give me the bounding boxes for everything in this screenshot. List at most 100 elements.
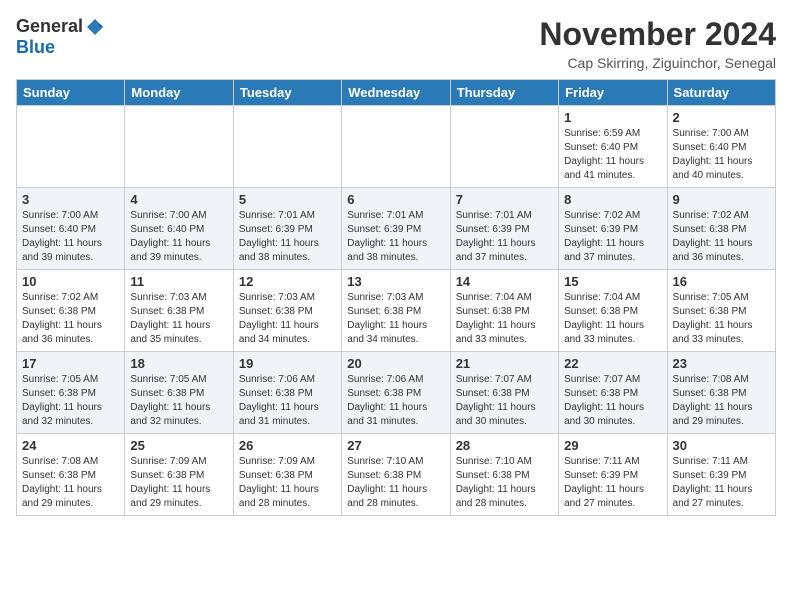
day-info: Sunrise: 7:00 AMSunset: 6:40 PMDaylight:… bbox=[673, 127, 770, 183]
day-cell: 9 Sunrise: 7:02 AMSunset: 6:38 PMDaylight… bbox=[667, 188, 775, 270]
logo-general: General bbox=[16, 16, 83, 37]
day-number: 6 bbox=[347, 192, 444, 207]
day-cell: 23Sunrise: 7:08 AMSunset: 6:38 PMDayligh… bbox=[667, 352, 775, 434]
day-cell: 25 Sunrise: 7:09 AMSunset: 6:38 PMDayligh… bbox=[125, 434, 233, 516]
day-header-monday: Monday bbox=[125, 80, 233, 106]
week-row: 3 Sunrise: 7:00 AMSunset: 6:40 PMDaylight… bbox=[17, 188, 776, 270]
day-cell: 26 Sunrise: 7:09 AMSunset: 6:38 PMDayligh… bbox=[233, 434, 341, 516]
day-cell: 1 Sunrise: 6:59 AMSunset: 6:40 PMDaylight… bbox=[559, 106, 667, 188]
day-number: 30 bbox=[673, 438, 770, 453]
day-info: Sunrise: 7:11 AMSunset: 6:39 PMDaylight:… bbox=[673, 455, 770, 511]
day-cell: 8 Sunrise: 7:02 AMSunset: 6:39 PMDaylight… bbox=[559, 188, 667, 270]
day-cell: 27 Sunrise: 7:10 AMSunset: 6:38 PMDayligh… bbox=[342, 434, 450, 516]
day-cell: 24 Sunrise: 7:08 AMSunset: 6:38 PMDayligh… bbox=[17, 434, 125, 516]
day-header-thursday: Thursday bbox=[450, 80, 558, 106]
day-cell bbox=[342, 106, 450, 188]
day-info: Sunrise: 7:07 AMSunset: 6:38 PMDaylight:… bbox=[564, 373, 661, 429]
day-info: Sunrise: 7:01 AMSunset: 6:39 PMDaylight:… bbox=[456, 209, 553, 265]
day-header-tuesday: Tuesday bbox=[233, 80, 341, 106]
logo-blue: Blue bbox=[16, 37, 55, 58]
day-number: 4 bbox=[130, 192, 227, 207]
day-cell: 22 Sunrise: 7:07 AMSunset: 6:38 PMDayligh… bbox=[559, 352, 667, 434]
day-number: 5 bbox=[239, 192, 336, 207]
day-cell: 20Sunrise: 7:06 AMSunset: 6:38 PMDayligh… bbox=[342, 352, 450, 434]
day-cell: 6Sunrise: 7:01 AMSunset: 6:39 PMDaylight… bbox=[342, 188, 450, 270]
day-number: 27 bbox=[347, 438, 444, 453]
day-info: Sunrise: 7:00 AMSunset: 6:40 PMDaylight:… bbox=[22, 209, 119, 265]
day-info: Sunrise: 7:03 AMSunset: 6:38 PMDaylight:… bbox=[347, 291, 444, 347]
day-number: 17 bbox=[22, 356, 119, 371]
day-number: 25 bbox=[130, 438, 227, 453]
day-cell: 21Sunrise: 7:07 AMSunset: 6:38 PMDayligh… bbox=[450, 352, 558, 434]
day-number: 1 bbox=[564, 110, 661, 125]
day-cell: 17Sunrise: 7:05 AMSunset: 6:38 PMDayligh… bbox=[17, 352, 125, 434]
day-header-friday: Friday bbox=[559, 80, 667, 106]
day-number: 22 bbox=[564, 356, 661, 371]
day-header-wednesday: Wednesday bbox=[342, 80, 450, 106]
day-header-saturday: Saturday bbox=[667, 80, 775, 106]
title-block: November 2024 Cap Skirring, Ziguinchor, … bbox=[539, 16, 776, 71]
day-number: 15 bbox=[564, 274, 661, 289]
day-number: 13 bbox=[347, 274, 444, 289]
day-number: 16 bbox=[673, 274, 770, 289]
page-header: General Blue November 2024 Cap Skirring,… bbox=[16, 16, 776, 71]
day-number: 29 bbox=[564, 438, 661, 453]
day-cell bbox=[17, 106, 125, 188]
day-cell: 5 Sunrise: 7:01 AMSunset: 6:39 PMDaylight… bbox=[233, 188, 341, 270]
day-cell: 13 Sunrise: 7:03 AMSunset: 6:38 PMDayligh… bbox=[342, 270, 450, 352]
day-info: Sunrise: 7:09 AMSunset: 6:38 PMDaylight:… bbox=[130, 455, 227, 511]
day-number: 18 bbox=[130, 356, 227, 371]
day-info: Sunrise: 7:04 AMSunset: 6:38 PMDaylight:… bbox=[564, 291, 661, 347]
day-info: Sunrise: 7:02 AMSunset: 6:39 PMDaylight:… bbox=[564, 209, 661, 265]
day-info: Sunrise: 7:00 AMSunset: 6:40 PMDaylight:… bbox=[130, 209, 227, 265]
day-cell bbox=[450, 106, 558, 188]
logo-icon bbox=[85, 17, 105, 37]
week-row: 24 Sunrise: 7:08 AMSunset: 6:38 PMDayligh… bbox=[17, 434, 776, 516]
day-cell: 10 Sunrise: 7:02 AMSunset: 6:38 PMDayligh… bbox=[17, 270, 125, 352]
day-info: Sunrise: 6:59 AMSunset: 6:40 PMDaylight:… bbox=[564, 127, 661, 183]
day-info: Sunrise: 7:09 AMSunset: 6:38 PMDaylight:… bbox=[239, 455, 336, 511]
day-number: 11 bbox=[130, 274, 227, 289]
week-row: 10 Sunrise: 7:02 AMSunset: 6:38 PMDayligh… bbox=[17, 270, 776, 352]
week-row: 1 Sunrise: 6:59 AMSunset: 6:40 PMDaylight… bbox=[17, 106, 776, 188]
day-number: 28 bbox=[456, 438, 553, 453]
day-header-sunday: Sunday bbox=[17, 80, 125, 106]
day-cell: 2 Sunrise: 7:00 AMSunset: 6:40 PMDaylight… bbox=[667, 106, 775, 188]
day-info: Sunrise: 7:01 AMSunset: 6:39 PMDaylight:… bbox=[239, 209, 336, 265]
week-row: 17Sunrise: 7:05 AMSunset: 6:38 PMDayligh… bbox=[17, 352, 776, 434]
day-number: 2 bbox=[673, 110, 770, 125]
day-number: 3 bbox=[22, 192, 119, 207]
day-cell: 19 Sunrise: 7:06 AMSunset: 6:38 PMDayligh… bbox=[233, 352, 341, 434]
location: Cap Skirring, Ziguinchor, Senegal bbox=[539, 55, 776, 71]
day-cell: 16Sunrise: 7:05 AMSunset: 6:38 PMDayligh… bbox=[667, 270, 775, 352]
day-number: 24 bbox=[22, 438, 119, 453]
day-number: 20 bbox=[347, 356, 444, 371]
day-number: 26 bbox=[239, 438, 336, 453]
day-cell: 18Sunrise: 7:05 AMSunset: 6:38 PMDayligh… bbox=[125, 352, 233, 434]
day-info: Sunrise: 7:10 AMSunset: 6:38 PMDaylight:… bbox=[456, 455, 553, 511]
day-cell: 4 Sunrise: 7:00 AMSunset: 6:40 PMDaylight… bbox=[125, 188, 233, 270]
day-number: 19 bbox=[239, 356, 336, 371]
day-info: Sunrise: 7:02 AMSunset: 6:38 PMDaylight:… bbox=[673, 209, 770, 265]
day-info: Sunrise: 7:08 AMSunset: 6:38 PMDaylight:… bbox=[673, 373, 770, 429]
day-cell: 29Sunrise: 7:11 AMSunset: 6:39 PMDayligh… bbox=[559, 434, 667, 516]
day-number: 10 bbox=[22, 274, 119, 289]
day-info: Sunrise: 7:10 AMSunset: 6:38 PMDaylight:… bbox=[347, 455, 444, 511]
day-info: Sunrise: 7:08 AMSunset: 6:38 PMDaylight:… bbox=[22, 455, 119, 511]
day-cell: 15 Sunrise: 7:04 AMSunset: 6:38 PMDayligh… bbox=[559, 270, 667, 352]
day-cell bbox=[125, 106, 233, 188]
calendar-header-row: SundayMondayTuesdayWednesdayThursdayFrid… bbox=[17, 80, 776, 106]
day-number: 12 bbox=[239, 274, 336, 289]
day-number: 8 bbox=[564, 192, 661, 207]
day-cell: 3 Sunrise: 7:00 AMSunset: 6:40 PMDaylight… bbox=[17, 188, 125, 270]
day-number: 9 bbox=[673, 192, 770, 207]
day-info: Sunrise: 7:03 AMSunset: 6:38 PMDaylight:… bbox=[130, 291, 227, 347]
day-info: Sunrise: 7:06 AMSunset: 6:38 PMDaylight:… bbox=[239, 373, 336, 429]
day-info: Sunrise: 7:07 AMSunset: 6:38 PMDaylight:… bbox=[456, 373, 553, 429]
day-cell bbox=[233, 106, 341, 188]
day-number: 14 bbox=[456, 274, 553, 289]
day-cell: 7 Sunrise: 7:01 AMSunset: 6:39 PMDaylight… bbox=[450, 188, 558, 270]
day-number: 7 bbox=[456, 192, 553, 207]
day-cell: 28 Sunrise: 7:10 AMSunset: 6:38 PMDayligh… bbox=[450, 434, 558, 516]
day-info: Sunrise: 7:02 AMSunset: 6:38 PMDaylight:… bbox=[22, 291, 119, 347]
